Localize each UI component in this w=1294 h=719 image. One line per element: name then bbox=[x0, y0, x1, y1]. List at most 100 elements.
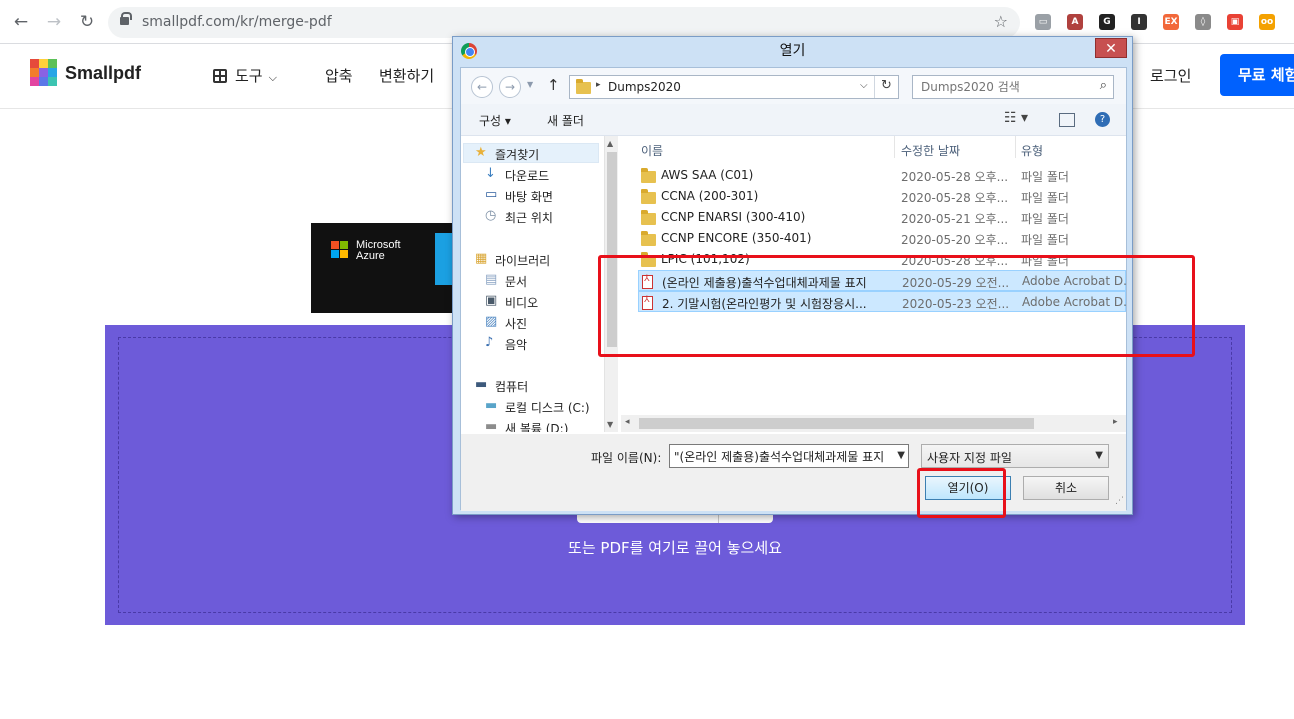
file-type: 파일 폴더 bbox=[1021, 233, 1069, 247]
ad-text: Microsoft Azure bbox=[356, 240, 401, 262]
nav-item-icon: ▬ bbox=[475, 377, 488, 392]
scroll-up-icon[interactable]: ▲ bbox=[607, 139, 613, 148]
shield-ext-icon[interactable]: ◊ bbox=[1195, 14, 1211, 30]
highlight-open-button bbox=[917, 468, 1006, 518]
nav-item-label[interactable]: 로컬 디스크 (C:) bbox=[505, 399, 590, 416]
nav-item-label[interactable]: 사진 bbox=[505, 315, 527, 332]
azure-ad-banner[interactable]: Microsoft Azure bbox=[311, 223, 471, 313]
recent-chevron-icon[interactable]: ▼ bbox=[527, 80, 533, 89]
dropzone-hint: 또는 PDF를 여기로 끌어 놓으세요 bbox=[568, 539, 782, 557]
back-icon[interactable]: ← bbox=[10, 11, 32, 33]
up-arrow-icon[interactable]: ↑ bbox=[547, 76, 560, 94]
file-row[interactable]: AWS SAA (C01) 2020-05-28 오후... 파일 폴더 bbox=[638, 165, 1126, 186]
filename-input[interactable]: "(온라인 제출용)출석수업대체과제물 표지 ▼ bbox=[669, 444, 909, 468]
nav-item-label[interactable]: 다운로드 bbox=[505, 167, 549, 184]
path-breadcrumb[interactable]: ▸ Dumps2020 ⌵ ↻ bbox=[569, 75, 899, 99]
nav-item-label[interactable]: 최근 위치 bbox=[505, 209, 553, 226]
nav-item-label[interactable]: 라이브러리 bbox=[495, 252, 550, 269]
path-dropdown-icon[interactable]: ⌵ bbox=[860, 80, 868, 91]
file-type: 파일 폴더 bbox=[1021, 170, 1069, 184]
view-options-icon[interactable]: ☷ ▾ bbox=[1004, 110, 1028, 126]
nav-item-label[interactable]: 새 볼륨 (D:) bbox=[505, 420, 568, 432]
nav-item-icon: ▦ bbox=[475, 251, 488, 266]
instapaper-icon[interactable]: I bbox=[1131, 14, 1147, 30]
navigation-pane: ★ 즐겨찾기 ↓ 다운로드 ▭ 바탕 화면 ◷ 최근 위치 ▦ 라이브러리 ▤ 문서 ▣ 비디오 ▨ 사진 ♪ 음… bbox=[461, 136, 603, 432]
nav-item-icon: ▭ bbox=[485, 187, 498, 202]
address-bar[interactable]: smallpdf.com/kr/merge-pdf ☆ bbox=[108, 7, 1020, 38]
refresh-icon[interactable]: ↻ bbox=[881, 78, 892, 93]
organize-menu[interactable]: 구성 ▾ bbox=[479, 112, 511, 129]
brand-name[interactable]: Smallpdf bbox=[65, 63, 141, 84]
dialog-forward-icon[interactable]: → bbox=[499, 76, 521, 98]
file-name: AWS SAA (C01) bbox=[661, 168, 754, 182]
owl-ext-icon[interactable]: oo bbox=[1259, 14, 1275, 30]
nav-item-icon: ↓ bbox=[485, 166, 496, 181]
file-name: CCNP ENARSI (300-410) bbox=[661, 210, 806, 224]
file-date: 2020-05-21 오후... bbox=[901, 212, 1009, 226]
chevron-down-icon: ⌵ bbox=[268, 71, 277, 84]
cast-icon[interactable]: ▭ bbox=[1035, 14, 1051, 30]
nav-convert[interactable]: 변환하기 bbox=[379, 65, 434, 86]
bookmark-star-icon[interactable]: ☆ bbox=[994, 12, 1008, 31]
grammar-icon[interactable]: G bbox=[1099, 14, 1115, 30]
h-scroll-thumb[interactable] bbox=[639, 418, 1034, 429]
column-type[interactable]: 유형 bbox=[1021, 142, 1043, 159]
lock-icon bbox=[120, 12, 132, 27]
nav-item-icon: ▣ bbox=[485, 293, 498, 308]
ad-line-2: Azure bbox=[356, 250, 385, 262]
folder-icon bbox=[576, 79, 591, 94]
column-name[interactable]: 이름 bbox=[641, 142, 663, 159]
cancel-button[interactable]: 취소 bbox=[1023, 476, 1109, 500]
scroll-right-icon[interactable]: ▸ bbox=[1113, 417, 1118, 427]
dialog-search-input[interactable] bbox=[921, 80, 1091, 94]
horizontal-scrollbar[interactable]: ◂ ▸ bbox=[621, 415, 1126, 432]
scroll-down-icon[interactable]: ▼ bbox=[607, 420, 613, 429]
nav-item-icon: ▬ bbox=[485, 398, 498, 413]
highlight-selected-files bbox=[598, 255, 1195, 357]
scroll-left-icon[interactable]: ◂ bbox=[625, 417, 630, 427]
dialog-search-box[interactable]: ⌕ bbox=[912, 75, 1114, 99]
file-row[interactable]: CCNP ENARSI (300-410) 2020-05-21 오후... 파일 … bbox=[638, 207, 1126, 228]
nav-item-label[interactable]: 음악 bbox=[505, 336, 527, 353]
free-trial-button[interactable]: 무료 체험 bbox=[1220, 54, 1294, 96]
grid-icon bbox=[213, 69, 227, 83]
forward-icon[interactable]: → bbox=[43, 11, 65, 33]
url-text: smallpdf.com/kr/merge-pdf bbox=[142, 14, 332, 30]
nav-item-label[interactable]: 즐겨찾기 bbox=[495, 146, 539, 163]
column-divider bbox=[894, 136, 895, 158]
file-row[interactable]: CCNA (200-301) 2020-05-28 오후... 파일 폴더 bbox=[638, 186, 1126, 207]
close-button[interactable]: ✕ bbox=[1095, 38, 1127, 58]
nav-item-label[interactable]: 바탕 화면 bbox=[505, 188, 553, 205]
smallpdf-logo-icon[interactable] bbox=[30, 59, 58, 87]
file-type-select[interactable]: 사용자 지정 파일 ▼ bbox=[921, 444, 1109, 468]
nav-tools[interactable]: 도구 ⌵ bbox=[213, 65, 277, 86]
file-name: CCNA (200-301) bbox=[661, 189, 759, 203]
help-icon[interactable]: ? bbox=[1095, 112, 1110, 127]
file-type: 파일 폴더 bbox=[1021, 212, 1069, 226]
screen-ext-icon[interactable]: ▣ bbox=[1227, 14, 1243, 30]
nav-item-icon: ◷ bbox=[485, 208, 497, 223]
nav-item-icon: ▤ bbox=[485, 272, 498, 287]
file-type: 파일 폴더 bbox=[1021, 191, 1069, 205]
nav-item-label[interactable]: 컴퓨터 bbox=[495, 378, 528, 395]
reload-icon[interactable]: ↻ bbox=[76, 11, 98, 33]
file-date: 2020-05-28 오후... bbox=[901, 170, 1009, 184]
column-date[interactable]: 수정한 날짜 bbox=[901, 142, 960, 159]
preview-pane-icon[interactable] bbox=[1059, 113, 1075, 127]
filename-dropdown-icon[interactable]: ▼ bbox=[897, 450, 905, 461]
adobe-icon[interactable]: A bbox=[1067, 14, 1083, 30]
nav-compress[interactable]: 압축 bbox=[325, 65, 353, 86]
file-row[interactable]: CCNP ENCORE (350-401) 2020-05-20 오후... 파일 … bbox=[638, 228, 1126, 249]
new-folder-button[interactable]: 새 폴더 bbox=[547, 112, 584, 129]
search-icon[interactable]: ⌕ bbox=[1100, 78, 1107, 93]
login-link[interactable]: 로그인 bbox=[1150, 65, 1191, 86]
nav-item-icon: ▬ bbox=[485, 419, 498, 432]
nav-item-label[interactable]: 문서 bbox=[505, 273, 527, 290]
folder-icon bbox=[641, 231, 656, 246]
column-divider bbox=[1015, 136, 1016, 158]
ex-icon[interactable]: EX bbox=[1163, 14, 1179, 30]
dialog-back-icon[interactable]: ← bbox=[471, 76, 493, 98]
resize-grip-icon[interactable]: ⋰ bbox=[1115, 496, 1124, 506]
nav-item-icon: ★ bbox=[475, 145, 487, 160]
nav-item-label[interactable]: 비디오 bbox=[505, 294, 538, 311]
